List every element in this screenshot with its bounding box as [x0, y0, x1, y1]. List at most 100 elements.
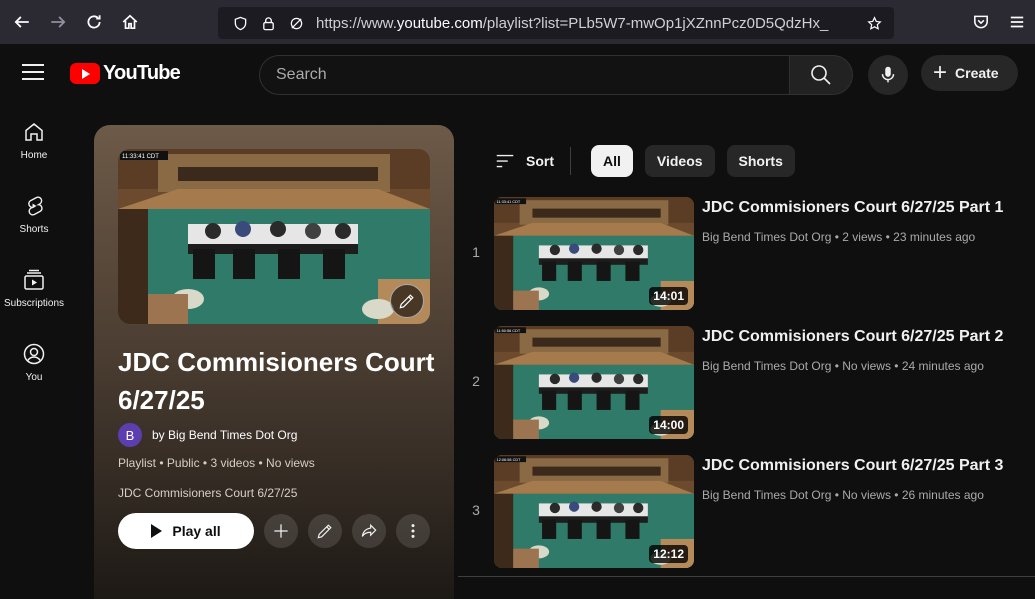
thumbnail-timestamp: 11:33:41 CDT — [497, 200, 521, 204]
guide-menu-button[interactable] — [22, 64, 44, 82]
url-bar[interactable]: https://www.youtube.com/playlist?list=PL… — [218, 7, 894, 39]
sort-filter-bar: Sort All Videos Shorts — [494, 145, 795, 177]
video-age: 26 minutes ago — [901, 488, 984, 502]
video-title[interactable]: JDC Commisioners Court 6/27/25 Part 3 — [702, 457, 1003, 475]
forward-button[interactable] — [40, 6, 76, 38]
meta-count: 3 videos — [210, 456, 256, 470]
youtube-play-logo-icon — [70, 63, 100, 84]
url-path: /playlist?list=PLb5W7-mwOp1jXZnnPcz0D5Qd… — [482, 14, 829, 32]
playlist-actions: Play all — [118, 513, 430, 549]
add-videos-button[interactable] — [264, 514, 298, 548]
bookmark-star-icon[interactable] — [860, 9, 888, 37]
youtube-logo[interactable]: YouTube — [70, 62, 181, 85]
guide-item-label: Subscriptions — [3, 298, 65, 309]
lock-icon[interactable] — [254, 9, 282, 37]
share-icon — [361, 523, 377, 537]
chip-all[interactable]: All — [591, 145, 633, 177]
sort-button[interactable]: Sort — [494, 150, 554, 172]
plus-icon — [274, 524, 288, 538]
video-channel[interactable]: Big Bend Times Dot Org — [702, 359, 831, 373]
video-index: 1 — [472, 244, 480, 260]
video-index: 3 — [472, 502, 480, 518]
thumbnail-timestamp: 11:33:41 CDT — [122, 154, 159, 160]
playlist-owner[interactable]: B by Big Bend Times Dot Org — [118, 423, 297, 447]
permissions-icon[interactable] — [282, 9, 310, 37]
list-divider — [458, 576, 1035, 577]
playlist-thumbnail[interactable]: 11:33:41 CDT — [118, 149, 430, 324]
pocket-button[interactable] — [963, 6, 999, 38]
subscriptions-icon — [24, 269, 44, 290]
meta-privacy[interactable]: Public — [167, 456, 200, 470]
video-age: 23 minutes ago — [893, 230, 976, 244]
video-title[interactable]: JDC Commisioners Court 6/27/25 Part 2 — [702, 328, 1003, 346]
owner-byline: by Big Bend Times Dot Org — [152, 428, 297, 442]
shorts-icon — [28, 196, 43, 216]
video-thumbnail[interactable]: 12:06:58 CDT 12:12 — [494, 455, 694, 568]
arrow-left-icon — [14, 16, 29, 28]
meta-views: No views — [266, 456, 315, 470]
search-input[interactable] — [276, 66, 790, 84]
create-label: Create — [955, 65, 999, 81]
owner-prefix: by — [152, 428, 165, 442]
owner-avatar[interactable]: B — [118, 423, 142, 447]
back-button[interactable] — [4, 6, 40, 38]
plus-icon: + — [933, 59, 948, 86]
chip-shorts[interactable]: Shorts — [726, 145, 795, 177]
home-icon — [25, 123, 43, 141]
pencil-icon — [399, 294, 414, 309]
video-thumbnail[interactable]: 11:50:56 CDT 14:00 — [494, 326, 694, 439]
menu-icon — [1010, 16, 1024, 28]
share-button[interactable] — [352, 514, 386, 548]
home-button[interactable] — [112, 6, 148, 38]
thumbnail-timestamp: 11:50:56 CDT — [497, 329, 521, 333]
voice-search-button[interactable] — [868, 55, 908, 95]
more-actions-button[interactable] — [396, 514, 430, 548]
sort-icon — [496, 154, 514, 168]
guide-item-label: Home — [20, 150, 48, 161]
reload-button[interactable] — [76, 6, 112, 38]
url-text[interactable]: https://www.youtube.com/playlist?list=PL… — [316, 15, 846, 32]
guide-item-label: Shorts — [19, 224, 49, 235]
guide-item-you[interactable]: You — [0, 324, 68, 398]
video-thumbnail[interactable]: 11:33:41 CDT 14:01 — [494, 197, 694, 310]
guide-item-subscriptions[interactable]: Subscriptions — [0, 250, 68, 324]
video-meta: Big Bend Times Dot Org • 2 views • 23 mi… — [702, 230, 976, 244]
guide-item-home[interactable]: Home — [0, 102, 68, 176]
playlist-description[interactable]: JDC Commisioners Court 6/27/25 — [118, 486, 297, 500]
guide-item-shorts[interactable]: Shorts — [0, 176, 68, 250]
playlist-video-list: 1 11:33:41 CDT 14:01 JDC Commisioners Co… — [458, 196, 1035, 583]
create-button[interactable]: + Create — [921, 55, 1018, 91]
video-channel[interactable]: Big Bend Times Dot Org — [702, 230, 831, 244]
edit-playlist-button[interactable] — [308, 514, 342, 548]
play-all-button[interactable]: Play all — [118, 513, 254, 549]
play-all-label: Play all — [172, 523, 221, 539]
sort-label: Sort — [526, 153, 554, 169]
owner-name-link[interactable]: Big Bend Times Dot Org — [168, 428, 297, 442]
video-row[interactable]: 3 12:06:58 CDT 12:12 JDC Commisioners Co… — [458, 454, 1035, 583]
courtroom-thumbnail-image: 11:33:41 CDT — [118, 149, 430, 324]
url-host: youtube.com — [396, 14, 483, 32]
playlist-meta: Playlist • Public • 3 videos • No views — [118, 456, 315, 470]
video-meta: Big Bend Times Dot Org • No views • 26 m… — [702, 488, 984, 502]
playlist-title: JDC Commisioners Court 6/27/25 — [118, 347, 435, 415]
search-button[interactable] — [789, 55, 853, 95]
youtube-masthead: YouTube + Create — [0, 44, 1035, 102]
video-duration: 14:00 — [649, 416, 688, 434]
video-row[interactable]: 1 11:33:41 CDT 14:01 JDC Commisioners Co… — [458, 196, 1035, 325]
video-title[interactable]: JDC Commisioners Court 6/27/25 Part 1 — [702, 199, 1003, 217]
video-age: 24 minutes ago — [901, 359, 984, 373]
edit-thumbnail-button[interactable] — [390, 284, 424, 318]
video-channel[interactable]: Big Bend Times Dot Org — [702, 488, 831, 502]
meta-type: Playlist — [118, 456, 157, 470]
video-views: No views — [842, 359, 891, 373]
video-views: No views — [842, 488, 891, 502]
chip-videos[interactable]: Videos — [644, 145, 715, 177]
video-duration: 14:01 — [649, 287, 688, 305]
shield-icon[interactable] — [226, 9, 254, 37]
video-meta: Big Bend Times Dot Org • No views • 24 m… — [702, 359, 984, 373]
home-icon — [122, 14, 138, 30]
browser-toolbar: https://www.youtube.com/playlist?list=PL… — [0, 0, 1035, 44]
video-row[interactable]: 2 11:50:56 CDT 14:00 JDC Commisioners Co… — [458, 325, 1035, 454]
playlist-header: 11:33:41 CDT JDC Commisioners Court 6/27… — [94, 125, 454, 599]
app-menu-button[interactable] — [999, 6, 1035, 38]
